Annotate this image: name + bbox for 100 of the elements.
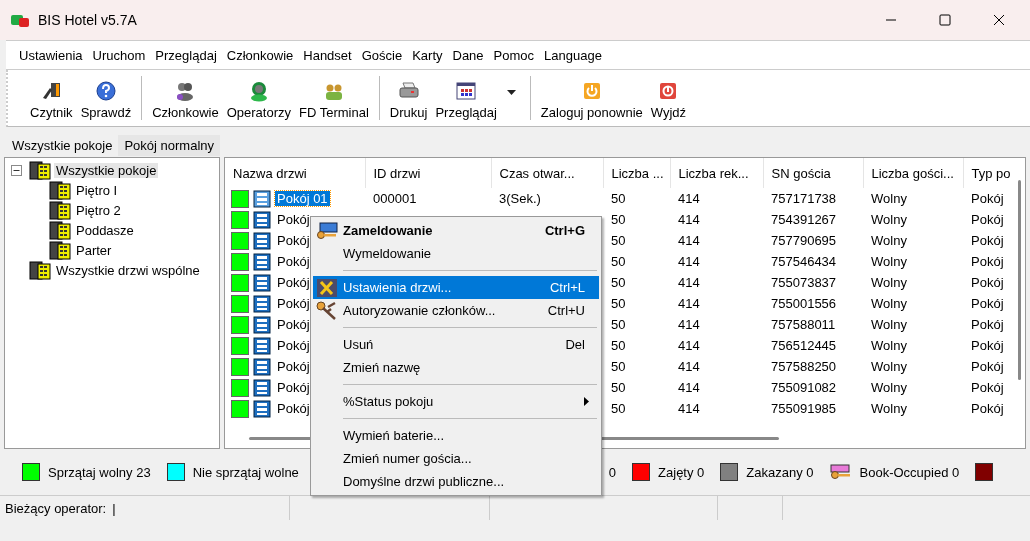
table-cell: 414 (678, 380, 700, 395)
table-cell[interactable]: Pokój (275, 380, 312, 395)
app-logo-icon (10, 12, 30, 28)
table-cell: 414 (678, 275, 700, 290)
table-cell: 755091082 (771, 380, 837, 395)
table-cell: 50 (611, 296, 626, 311)
close-icon (993, 14, 1005, 26)
table-cell: Wolny (871, 254, 907, 269)
menu-item[interactable]: Członkowie (221, 47, 299, 63)
caret-icon[interactable] (506, 89, 516, 95)
menu-item[interactable]: Goście (356, 47, 408, 63)
menu-item[interactable]: Dane (447, 47, 489, 63)
table-cell: 50 (611, 191, 626, 206)
column-header[interactable]: Liczba gości... (863, 158, 963, 188)
toolbar-button[interactable]: Drukuj (385, 76, 432, 120)
tree-item[interactable]: Poddasze (74, 222, 136, 238)
legend-label: Sprzątaj wolny 23 (48, 464, 151, 480)
key-icon (829, 464, 852, 480)
context-menu-item[interactable]: Autoryzowanie członków... Ctrl+U (313, 299, 599, 322)
table-cell: 414 (678, 401, 700, 416)
door-icon (253, 315, 271, 334)
menu-item[interactable]: Karty (407, 47, 448, 63)
context-menu-item[interactable]: Domyślne drzwi publiczne... (313, 470, 599, 493)
scrollbar-thumb[interactable] (1018, 180, 1021, 380)
table-cell: Pokój (971, 254, 1004, 269)
table-cell: Pokój (971, 317, 1004, 332)
toolbar-button[interactable]: Sprawdź (76, 76, 136, 120)
table-cell[interactable]: Pokój 01 (275, 191, 330, 206)
table-cell: 414 (678, 254, 700, 269)
table-cell[interactable]: Pokój (275, 254, 312, 269)
table-cell: 755001556 (771, 296, 837, 311)
door-icon (253, 252, 271, 271)
door-icon (253, 294, 271, 313)
window-title: BIS Hotel v5.7A (38, 12, 138, 28)
table-cell: 414 (678, 191, 700, 206)
tree-item[interactable]: Parter (74, 242, 114, 258)
context-menu-item[interactable]: Wymeldowanie (313, 242, 599, 265)
toolbar-button[interactable]: Czytnik (26, 76, 77, 120)
collapse-toggle-icon[interactable] (11, 164, 22, 176)
table-cell[interactable]: Pokój (275, 275, 312, 290)
table-cell: 414 (678, 296, 700, 311)
door-icon (253, 336, 271, 355)
tree-item[interactable]: Piętro I (74, 182, 120, 198)
table-cell[interactable]: Pokój (275, 296, 312, 311)
column-header[interactable]: Czas otwar... (491, 158, 603, 188)
building-icon (49, 180, 71, 200)
table-cell: Wolny (871, 212, 907, 227)
maximize-icon (939, 14, 951, 26)
context-menu-item[interactable]: Zmień nazwę (313, 356, 599, 379)
legend-label: 0 (608, 464, 617, 480)
menu-item[interactable]: Pomoc (488, 47, 540, 63)
context-menu-item[interactable]: Usuń Del (313, 333, 599, 356)
table-cell: Wolny (871, 401, 907, 416)
toolbar-button[interactable]: Przeglądaj (431, 76, 501, 120)
column-header[interactable]: Nazwa drzwi (225, 158, 365, 188)
table-cell[interactable]: Pokój (275, 338, 312, 353)
tree-item[interactable]: Wszystkie drzwi wspólne (54, 262, 202, 278)
table-cell: Pokój (971, 212, 1004, 227)
toolbar-button[interactable]: FD Terminal (295, 76, 373, 120)
menu-item[interactable]: Uruchom (87, 47, 151, 63)
column-header[interactable]: Liczba ... (603, 158, 670, 188)
operator-label: Bieżący operator: (5, 500, 107, 516)
table-cell: 757588250 (771, 359, 837, 374)
toolbar-button[interactable]: Operatorzy (222, 76, 295, 120)
table-cell[interactable]: Pokój (275, 359, 312, 374)
table-cell[interactable]: Pokój (275, 212, 312, 227)
table-cell: 757546434 (771, 254, 837, 269)
table-cell: Wolny (871, 359, 907, 374)
table-cell: Pokój (971, 233, 1004, 248)
table-cell: Pokój (971, 359, 1004, 374)
menu-item[interactable]: Handset (298, 47, 357, 63)
context-menu-item[interactable]: Ustawienia drzwi... Ctrl+L (313, 276, 599, 299)
table-cell: Pokój (971, 380, 1004, 395)
table-cell: Pokój (971, 296, 1004, 311)
table-cell: 414 (678, 233, 700, 248)
building-icon (29, 160, 51, 180)
context-menu-item[interactable]: %Status pokoju (313, 390, 599, 413)
table-cell: 756512445 (771, 338, 837, 353)
table-cell: 50 (611, 254, 626, 269)
context-menu-item[interactable]: Wymień baterie... (313, 424, 599, 447)
column-header[interactable]: Liczba rek... (670, 158, 763, 188)
menu-item[interactable]: Language (539, 47, 607, 63)
door-icon (253, 210, 271, 229)
toolbar-button[interactable]: Zaloguj ponownie (536, 76, 647, 120)
table-cell[interactable]: Pokój (275, 401, 312, 416)
context-menu-item[interactable]: Zameldowanie Ctrl+G (313, 219, 599, 242)
column-header[interactable]: ID drzwi (365, 158, 491, 188)
menu-item[interactable]: Przeglądaj (150, 47, 222, 63)
tab[interactable]: Pokój normalny (118, 135, 221, 156)
tree-item[interactable]: Wszystkie pokoje (54, 162, 159, 178)
toolbar-button[interactable]: Wyjdź (646, 76, 691, 120)
table-cell[interactable]: Pokój (275, 233, 312, 248)
door-icon (253, 357, 271, 376)
table-cell[interactable]: Pokój (275, 317, 312, 332)
table-cell: 000001 (373, 191, 417, 206)
toolbar-button[interactable]: Członkowie (148, 76, 223, 120)
column-header[interactable]: SN gościa (763, 158, 863, 188)
tree-item[interactable]: Piętro 2 (74, 202, 123, 218)
menu-item[interactable]: Ustawienia (14, 47, 88, 63)
context-menu-item[interactable]: Zmień numer gościa... (313, 447, 599, 470)
